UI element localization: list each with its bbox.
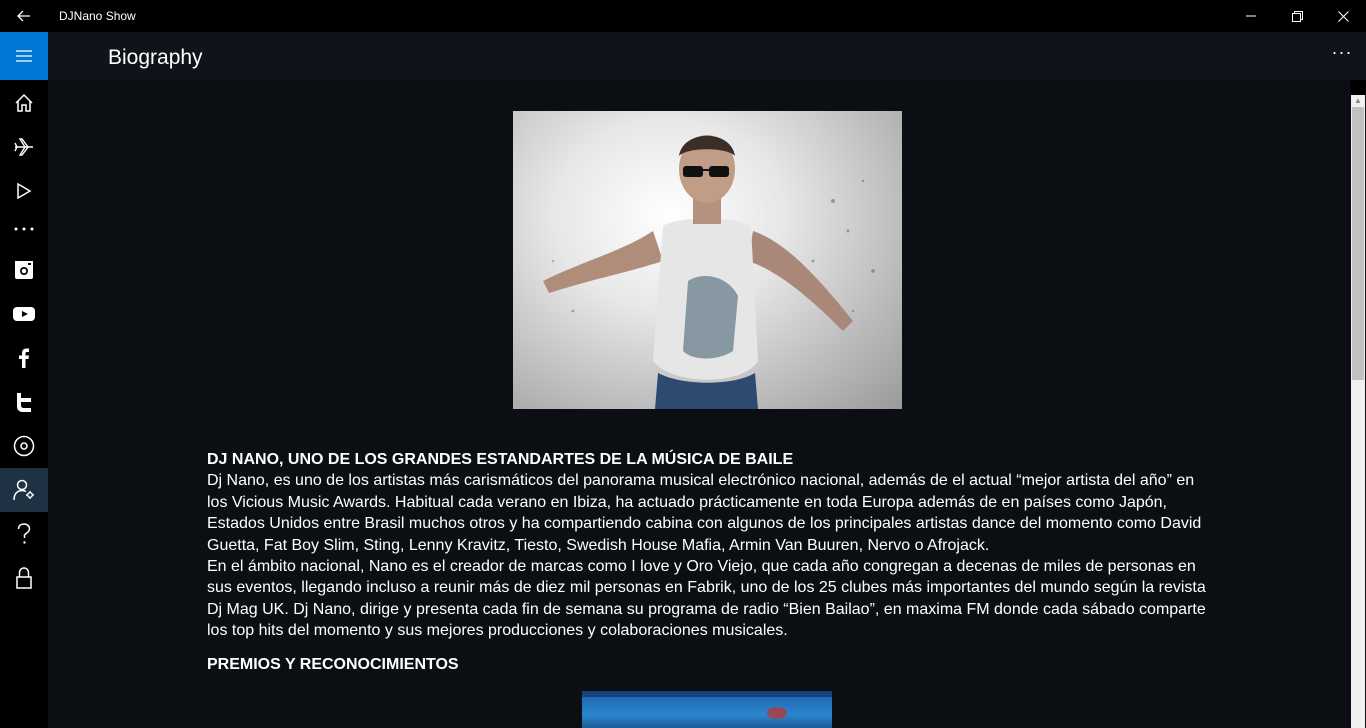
article-paragraph: En el ámbito nacional, Nano es el creado… (207, 558, 1206, 640)
back-arrow-icon (17, 10, 30, 22)
close-icon (1337, 10, 1349, 22)
lock-icon (16, 567, 32, 589)
nav-tour[interactable] (0, 125, 48, 169)
article-heading: DJ NANO, UNO DE LOS GRANDES ESTANDARTES … (207, 451, 794, 468)
awards-photo (582, 691, 832, 728)
hamburger-icon (16, 50, 32, 62)
restore-icon (1291, 10, 1303, 22)
nav-biography[interactable] (0, 468, 48, 512)
page-header: Biography ··· (48, 32, 1366, 80)
nav-youtube[interactable] (0, 292, 48, 336)
hamburger-menu-button[interactable] (0, 32, 48, 80)
scroll-up-arrow-icon[interactable]: ▲ (1351, 95, 1365, 107)
nav-discography[interactable] (0, 424, 48, 468)
close-button[interactable] (1320, 0, 1366, 32)
artist-photo-illustration (543, 135, 875, 409)
twitter-icon (17, 393, 31, 412)
nav-lock[interactable] (0, 556, 48, 600)
restore-button[interactable] (1274, 0, 1320, 32)
minimize-button[interactable] (1228, 0, 1274, 32)
nav-help[interactable] (0, 512, 48, 556)
window-title: DJNano Show (59, 9, 136, 23)
scroll-thumb[interactable] (1352, 107, 1364, 380)
user-profile-icon (13, 479, 34, 501)
awards-photo-illustration (582, 691, 832, 719)
page-title: Biography (108, 46, 203, 69)
vertical-scrollbar[interactable]: ▲ (1350, 95, 1366, 728)
more-horizontal-icon (14, 227, 34, 231)
help-icon (17, 523, 31, 544)
side-navigation (0, 32, 48, 728)
plane-icon (14, 138, 33, 156)
facebook-icon (19, 348, 29, 368)
disc-icon (13, 435, 35, 457)
nav-twitter[interactable] (0, 380, 48, 424)
nav-home[interactable] (0, 81, 48, 125)
minimize-icon (1246, 15, 1256, 17)
article-paragraph: Dj Nano, es uno de los artistas más cari… (207, 472, 1202, 554)
back-button[interactable] (0, 0, 48, 32)
home-icon (15, 93, 33, 112)
content-area: DJ NANO, UNO DE LOS GRANDES ESTANDARTES … (48, 80, 1350, 728)
artist-photo (513, 111, 902, 409)
play-icon (17, 182, 32, 200)
nav-facebook[interactable] (0, 336, 48, 380)
instagram-icon (15, 261, 33, 279)
youtube-icon (13, 307, 35, 321)
biography-article: DJ NANO, UNO DE LOS GRANDES ESTANDARTES … (207, 449, 1217, 642)
nav-instagram[interactable] (0, 248, 48, 292)
more-options-button[interactable]: ··· (1328, 42, 1356, 70)
awards-heading: PREMIOS Y RECONOCIMIENTOS (207, 656, 459, 673)
window-controls (1228, 0, 1366, 32)
title-bar: DJNano Show (0, 0, 1366, 32)
nav-more[interactable] (0, 207, 48, 251)
